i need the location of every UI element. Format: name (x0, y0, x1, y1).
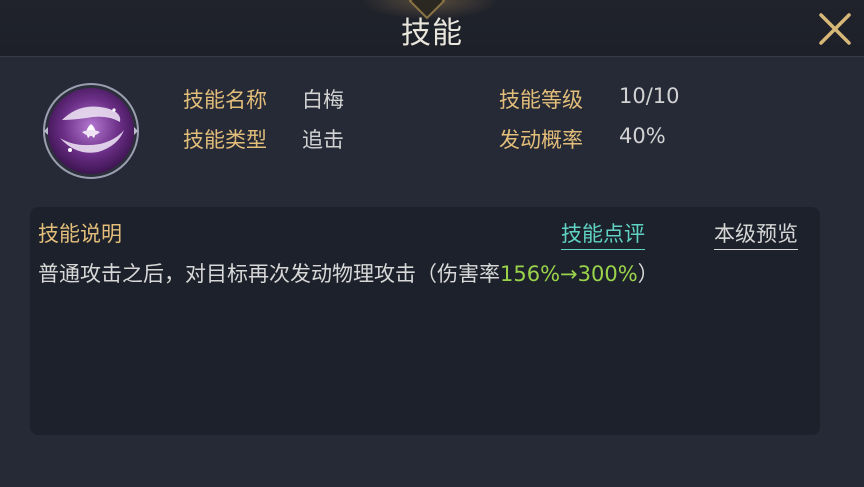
skill-name-label: 技能名称 (183, 88, 267, 112)
skill-level-label: 技能等级 (499, 88, 583, 112)
level-preview-link[interactable]: 本级预览 (714, 218, 798, 250)
page-title: 技能 (401, 16, 463, 51)
skill-name-value: 白梅 (302, 88, 344, 112)
white-plum-skill-icon[interactable] (40, 80, 142, 182)
skill-review-link[interactable]: 技能点评 (561, 218, 645, 250)
description-panel (30, 207, 820, 435)
description-text-after: ） (637, 262, 659, 286)
description-text-before: 普通攻击之后，对目标再次发动物理攻击（伤害率 (38, 262, 500, 286)
skill-level-value: 10/10 (619, 84, 680, 108)
description-text: 普通攻击之后，对目标再次发动物理攻击（伤害率156%→300%） (38, 258, 659, 288)
trigger-chance-value: 40% (619, 124, 666, 148)
trigger-chance-label: 发动概率 (499, 128, 583, 152)
description-title: 技能说明 (38, 222, 122, 246)
close-button[interactable] (816, 10, 854, 48)
skill-type-value: 追击 (302, 128, 344, 152)
skill-type-label: 技能类型 (183, 128, 267, 152)
close-icon (819, 13, 851, 45)
title-bar: 技能 (0, 0, 864, 57)
damage-rate-highlight: 156%→300% (500, 262, 638, 286)
